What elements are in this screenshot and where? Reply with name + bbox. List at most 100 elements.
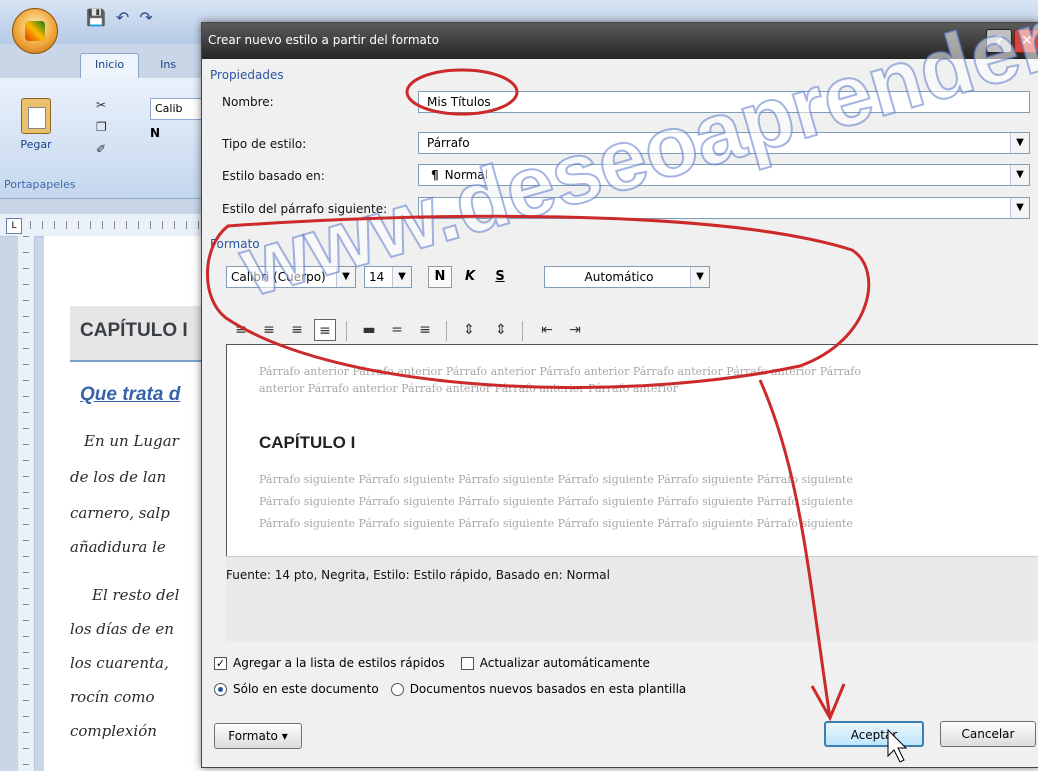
toolbar-divider [522,321,523,341]
italic-button[interactable]: K [458,266,482,288]
tab-insertar[interactable]: Ins [145,53,191,79]
add-quick-styles-checkbox[interactable]: ✓ [214,656,227,670]
add-quick-styles-label[interactable]: Agregar a la lista de estilos rápidos [233,656,445,670]
accept-button[interactable]: Aceptar [824,721,924,747]
ribbon-bold-button[interactable]: N [150,126,160,140]
doc-line: El resto del [92,586,180,604]
paste-label: Pegar [20,138,52,151]
space-after-icon[interactable]: ⇕ [490,319,512,341]
preview-prev-line: Párrafo anterior Párrafo anterior Párraf… [259,365,861,378]
name-field-value: Mis Títulos [427,95,491,109]
ribbon-tabs: Inicio Ins [80,53,191,79]
tab-selector[interactable]: L [6,218,22,234]
redo-icon[interactable]: ↷ [139,8,152,27]
options-row-2: Sólo en este documento Documentos nuevos… [214,682,686,696]
preview-next-line: Párrafo siguiente Párrafo siguiente Párr… [259,473,853,486]
color-value: Automático [584,270,654,284]
preview-heading: CAPÍTULO I [259,433,356,452]
doc-line: complexión [70,722,157,740]
ribbon-font-box[interactable]: Calib [150,98,206,120]
doc-line: En un Lugar [84,432,179,450]
only-this-doc-radio[interactable] [214,682,227,696]
options-row-1: ✓ Agregar a la lista de estilos rápidos … [214,656,650,670]
align-left-icon[interactable]: ≡ [230,319,252,341]
size-value: 14 [369,270,385,284]
toolbar-divider [346,321,347,341]
underline-button[interactable]: S [488,266,512,288]
font-value: Calibri (Cuerpo) [231,270,326,284]
new-docs-template-label[interactable]: Documentos nuevos basados en esta planti… [410,682,687,696]
preview-next-line: Párrafo siguiente Párrafo siguiente Párr… [259,495,853,508]
chevron-down-icon[interactable]: ▼ [336,267,355,287]
save-icon[interactable]: 💾 [86,8,106,27]
doc-subheading: Que trata d [80,384,181,405]
align-center-icon[interactable]: ≡ [258,319,280,341]
chevron-down-icon[interactable]: ▼ [1010,133,1029,153]
bold-button[interactable]: N [428,266,452,288]
cancel-button[interactable]: Cancelar [940,721,1036,747]
next-style-select[interactable]: ▼ [418,197,1030,219]
format-section-label: Formato [210,237,260,251]
size-select[interactable]: 14 ▼ [364,266,412,288]
close-button[interactable]: ✕ [1014,29,1038,53]
double-spacing-icon[interactable]: ≡ [414,319,436,341]
copy-icon[interactable]: ❐ [96,120,107,134]
auto-update-checkbox[interactable] [460,656,474,670]
pilcrow-icon: ¶ [431,168,439,182]
one-half-spacing-icon[interactable]: = [386,319,408,341]
style-description: Fuente: 14 pto, Negrita, Estilo: Estilo … [226,568,610,582]
align-right-icon[interactable]: ≡ [286,319,308,341]
tab-inicio[interactable]: Inicio [80,53,140,79]
format-menu-label: Formato [228,729,278,743]
doc-line: añadidura le [70,538,166,556]
next-style-label: Estilo del párrafo siguiente: [222,202,388,216]
vertical-ruler-ticks [23,236,29,771]
based-on-value: Normal [444,168,489,182]
quick-access-toolbar: 💾 ↶ ↷ [86,8,153,27]
chevron-down-icon[interactable]: ▼ [1010,165,1029,185]
doc-line: los cuarenta, [70,654,169,672]
decrease-indent-icon[interactable]: ⇤ [536,319,558,341]
name-field[interactable]: Mis Títulos [418,91,1030,113]
style-type-label: Tipo de estilo: [222,137,307,151]
font-select[interactable]: Calibri (Cuerpo) ▼ [226,266,356,288]
preview-prev-line: anterior Párrafo anterior Párrafo anteri… [259,382,679,395]
style-type-select[interactable]: Párrafo ▼ [418,132,1030,154]
clipboard-small-icons: ✂ ❐ ✐ [96,98,107,156]
color-select[interactable]: Automático ▼ [544,266,710,288]
new-docs-template-radio[interactable] [390,682,404,696]
clipboard-group-label: Portapapeles [4,178,76,191]
dialog-title: Crear nuevo estilo a partir del formato [208,33,439,47]
paste-icon [21,98,51,134]
justify-icon[interactable]: ≡ [314,319,336,341]
ruler-ticks [30,221,200,229]
create-style-dialog: Crear nuevo estilo a partir del formato … [201,22,1038,768]
dialog-title-bar[interactable]: Crear nuevo estilo a partir del formato … [202,23,1038,59]
single-spacing-icon[interactable]: ▬ [358,319,380,341]
increase-indent-icon[interactable]: ⇥ [564,319,586,341]
cut-icon[interactable]: ✂ [96,98,107,112]
only-this-doc-label[interactable]: Sólo en este documento [233,682,379,696]
doc-line: carnero, salp [70,504,170,522]
office-button[interactable] [12,8,58,54]
chevron-down-icon[interactable]: ▼ [1010,198,1029,218]
format-menu-button[interactable]: Formato ▾ [214,723,302,749]
style-preview: Párrafo anterior Párrafo anterior Párraf… [226,344,1038,558]
doc-heading: CAPÍTULO I [80,320,188,341]
undo-icon[interactable]: ↶ [116,8,129,27]
preview-next-line: Párrafo siguiente Párrafo siguiente Párr… [259,517,853,530]
chevron-down-icon[interactable]: ▼ [392,267,411,287]
office-logo-icon [25,21,45,41]
doc-line: de los de lan [70,468,167,486]
name-label: Nombre: [222,95,274,109]
help-button[interactable]: ? [986,29,1012,53]
format-painter-icon[interactable]: ✐ [96,142,107,156]
doc-line: los días de en [70,620,174,638]
space-before-icon[interactable]: ⇕ [458,319,480,341]
doc-line: rocín como [70,688,155,706]
based-on-select[interactable]: ¶ Normal ▼ [418,164,1030,186]
vertical-ruler [18,236,35,771]
chevron-down-icon[interactable]: ▼ [690,267,709,287]
paste-button[interactable]: Pegar [16,98,56,168]
auto-update-label[interactable]: Actualizar automáticamente [480,656,650,670]
